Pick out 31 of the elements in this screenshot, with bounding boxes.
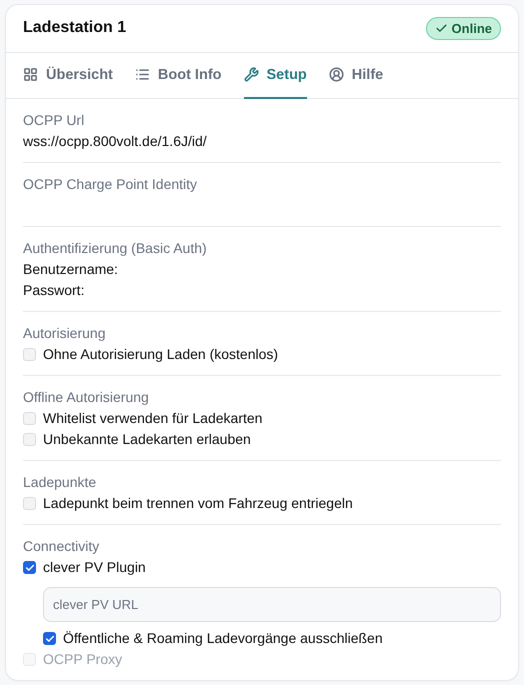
checkbox-label: Unbekannte Ladekarten erlauben xyxy=(43,430,251,449)
checkbox-label: Whitelist verwenden für Ladekarten xyxy=(43,409,262,428)
section-title: OCPP Charge Point Identity xyxy=(23,175,198,194)
checkbox[interactable] xyxy=(43,632,56,645)
section-title: Offline Autorisierung xyxy=(23,388,150,407)
user-icon xyxy=(328,67,344,82)
station-title: Ladestation 1 xyxy=(23,19,126,38)
checkbox-label: Ladepunkt beim trennen vom Fahrzeug entriegeln xyxy=(43,494,353,513)
wrench-icon xyxy=(244,67,259,82)
checkbox[interactable] xyxy=(23,561,36,574)
section-title: Authentifizierung (Basic Auth) xyxy=(23,239,208,258)
checkbox-label: OCPP Proxy xyxy=(43,650,122,669)
tab[interactable]: Setup xyxy=(244,52,307,99)
checkbox-label: clever PV Plugin xyxy=(43,558,146,577)
tab[interactable]: Übersicht xyxy=(23,52,113,99)
section-title: Connectivity xyxy=(23,537,100,556)
field-value: Benutzername: xyxy=(23,260,119,279)
section-title: Autorisierung xyxy=(23,324,106,343)
grid-icon xyxy=(23,67,38,82)
section-title: OCPP Url xyxy=(23,111,86,130)
url-input[interactable]: clever PV URL xyxy=(43,587,501,622)
checkbox-label: Ohne Autorisierung Laden (kostenlos) xyxy=(43,345,278,364)
status-badge: Online xyxy=(426,16,501,40)
list-icon xyxy=(134,67,150,82)
section-title: Ladepunkte xyxy=(23,473,98,492)
tab[interactable]: Hilfe xyxy=(328,52,384,99)
check-icon xyxy=(434,22,448,35)
checkbox-label: Öffentliche & Roaming Ladevorgänge ausschließen xyxy=(63,629,383,648)
tab[interactable]: Boot Info xyxy=(134,52,222,99)
field-value: Passwort: xyxy=(23,281,86,300)
field-value: wss://ocpp.800volt.de/1.6J/id/ xyxy=(23,132,208,151)
